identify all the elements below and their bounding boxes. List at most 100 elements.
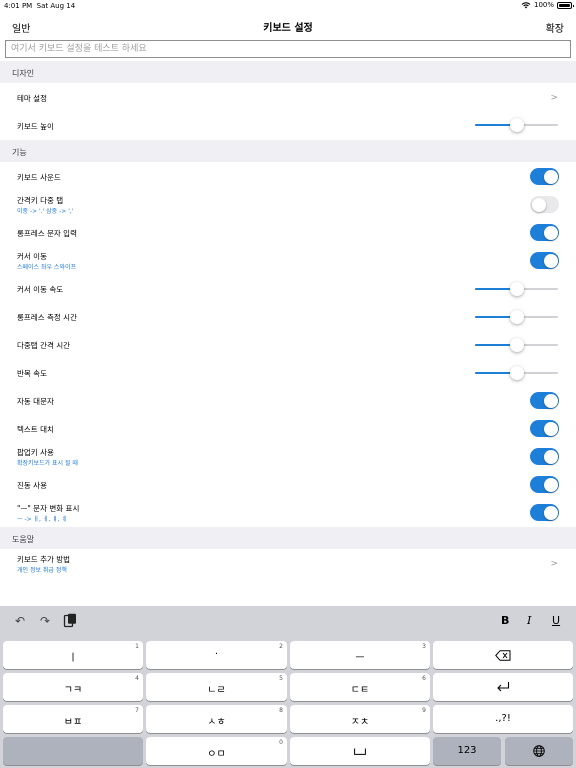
row-label: 키보드 사운드	[17, 173, 61, 182]
key-return[interactable]	[433, 673, 573, 701]
chevron-right-icon: >	[550, 93, 558, 103]
key-dot[interactable]: · 2	[146, 641, 287, 669]
text-replace-toggle[interactable]	[530, 420, 559, 437]
key-punctuation[interactable]: .,?!	[433, 705, 573, 733]
row-label: 자동 대문자	[17, 397, 54, 406]
globe-icon	[533, 745, 545, 757]
section-header-features: 기능	[0, 140, 576, 162]
section-header-help: 도움말	[0, 527, 576, 549]
row-repeat-speed: 반복 속도	[0, 358, 576, 386]
cursor-move-toggle[interactable]	[530, 252, 559, 269]
keyboard-sound-toggle[interactable]	[530, 168, 559, 185]
key-s-h[interactable]: ㅅㅎ 8	[146, 705, 287, 733]
keyboard: ↶ ↷ B I U ㅣ1 · 2 ㅡ3 ㄱㅋ 4 ㄴㄹ 5 ㄷㅌ 6 ㅂㅍ 7 ㅅㅎ 8 ㅈ…	[0, 606, 576, 768]
page-title: 키보드 설정	[263, 23, 313, 34]
key-j-ch[interactable]: ㅈㅊ 9	[290, 705, 430, 733]
row-label: 텍스트 대치	[17, 425, 54, 434]
row-label: "ㅡ" 문자 변화 표시	[17, 504, 80, 513]
key-d-t[interactable]: ㄷㅌ 6	[290, 673, 430, 701]
row-keyboard-height: 키보드 높이	[0, 111, 576, 139]
row-multi-tap-interval: 다중탭 간격 시간	[0, 330, 576, 358]
row-sublabel: 개인 정보 취급 정책	[17, 567, 67, 574]
row-sublabel: 확장키보드가 표시 될 때	[17, 460, 78, 467]
row-label: 다중탭 간격 시간	[17, 341, 71, 350]
status-right: 100%	[521, 1, 574, 9]
space-icon	[354, 748, 366, 755]
multi-tap-interval-slider[interactable]	[475, 338, 558, 352]
slider-thumb[interactable]	[509, 366, 524, 380]
key-numbers[interactable]: 123	[433, 737, 501, 765]
redo-icon[interactable]: ↷	[37, 613, 53, 629]
underline-button[interactable]: U	[552, 614, 560, 627]
row-long-press-input: 롱프레스 문자 입력	[0, 218, 576, 246]
cursor-speed-slider[interactable]	[475, 282, 558, 296]
key-blank[interactable]	[3, 737, 143, 765]
row-long-press-time: 롱프레스 측정 시간	[0, 302, 576, 330]
slider-thumb[interactable]	[509, 282, 524, 296]
slider-thumb[interactable]	[509, 118, 524, 132]
key-eu[interactable]: ㅡ3	[290, 641, 430, 669]
italic-button[interactable]: I	[527, 614, 531, 627]
row-label: 간격키 다중 탭	[17, 196, 64, 205]
long-press-time-slider[interactable]	[475, 310, 558, 324]
row-label: 롱프레스 측정 시간	[17, 313, 77, 322]
space-double-tap-toggle[interactable]	[530, 196, 559, 213]
row-label: 커서 이동	[17, 252, 47, 261]
key-b-p[interactable]: ㅂㅍ 7	[3, 705, 143, 733]
key-globe[interactable]	[505, 737, 573, 765]
keyboard-height-slider[interactable]	[475, 118, 558, 132]
battery-percent: 100%	[533, 1, 554, 9]
row-label: 진동 사용	[17, 481, 47, 490]
undo-icon[interactable]: ↶	[12, 613, 28, 629]
long-press-input-toggle[interactable]	[530, 224, 559, 241]
slider-thumb[interactable]	[509, 338, 524, 352]
auto-caps-toggle[interactable]	[530, 392, 559, 409]
row-cursor-move: 커서 이동 스페이스 좌우 스와이프	[0, 246, 576, 274]
keyboard-toolbar: ↶ ↷ B I U	[0, 606, 576, 637]
key-g-k[interactable]: ㄱㅋ 4	[3, 673, 143, 701]
row-label: 팝업키 사용	[17, 448, 54, 457]
key-ng-m[interactable]: ㅇㅁ 0	[146, 737, 287, 765]
return-icon	[497, 682, 510, 692]
key-delete[interactable]	[433, 641, 573, 669]
battery-icon	[557, 1, 574, 9]
key-n-r[interactable]: ㄴㄹ 5	[146, 673, 287, 701]
nav-bar: 일반 키보드 설정 확장	[0, 12, 576, 40]
row-label: 키보드 높이	[17, 122, 54, 131]
row-cursor-speed: 커서 이동 속도	[0, 274, 576, 302]
wifi-icon	[521, 2, 531, 9]
repeat-speed-slider[interactable]	[475, 366, 558, 380]
row-label: 키보드 추가 방법	[17, 555, 71, 564]
row-sublabel: 이중 -> '.' 삼중 -> ','	[17, 208, 74, 215]
test-input[interactable]	[5, 40, 571, 58]
row-keyboard-sound: 키보드 사운드	[0, 162, 576, 190]
row-label: 반복 속도	[17, 369, 47, 378]
chevron-right-icon: >	[550, 559, 558, 569]
popup-key-toggle[interactable]	[530, 448, 559, 465]
row-vibrate: 진동 사용	[0, 470, 576, 498]
key-i[interactable]: ㅣ1	[3, 641, 143, 669]
row-popup-key: 팝업키 사용 확장키보드가 표시 될 때	[0, 442, 576, 470]
row-space-double-tap: 간격키 다중 탭 이중 -> '.' 삼중 -> ','	[0, 190, 576, 218]
row-theme-settings[interactable]: 테마 설정 >	[0, 83, 576, 111]
row-label: 롱프레스 문자 입력	[17, 229, 77, 238]
row-char-change: "ㅡ" 문자 변화 표시 ㅡ -> ㅐ, ㅔ, ㅒ, ㅖ	[0, 498, 576, 526]
row-label: 커서 이동 속도	[17, 285, 64, 294]
section-header-design: 디자인	[0, 61, 576, 83]
status-time: 4:01 PM Sat Aug 14	[4, 2, 76, 10]
row-text-replace: 텍스트 대치	[0, 414, 576, 442]
expand-button[interactable]: 확장	[546, 20, 564, 35]
delete-icon	[495, 650, 511, 661]
vibrate-toggle[interactable]	[530, 476, 559, 493]
char-change-toggle[interactable]	[530, 504, 559, 521]
status-bar: 4:01 PM Sat Aug 14 100%	[0, 0, 576, 12]
row-label: 테마 설정	[17, 94, 47, 103]
slider-thumb[interactable]	[509, 310, 524, 324]
row-sublabel: ㅡ -> ㅐ, ㅔ, ㅒ, ㅖ	[17, 516, 68, 523]
paste-icon[interactable]	[62, 613, 78, 629]
row-add-keyboard[interactable]: 키보드 추가 방법 개인 정보 취급 정책 >	[0, 549, 576, 577]
key-space[interactable]	[290, 737, 430, 765]
bold-button[interactable]: B	[501, 614, 509, 627]
row-sublabel: 스페이스 좌우 스와이프	[17, 264, 77, 271]
row-auto-caps: 자동 대문자	[0, 386, 576, 414]
